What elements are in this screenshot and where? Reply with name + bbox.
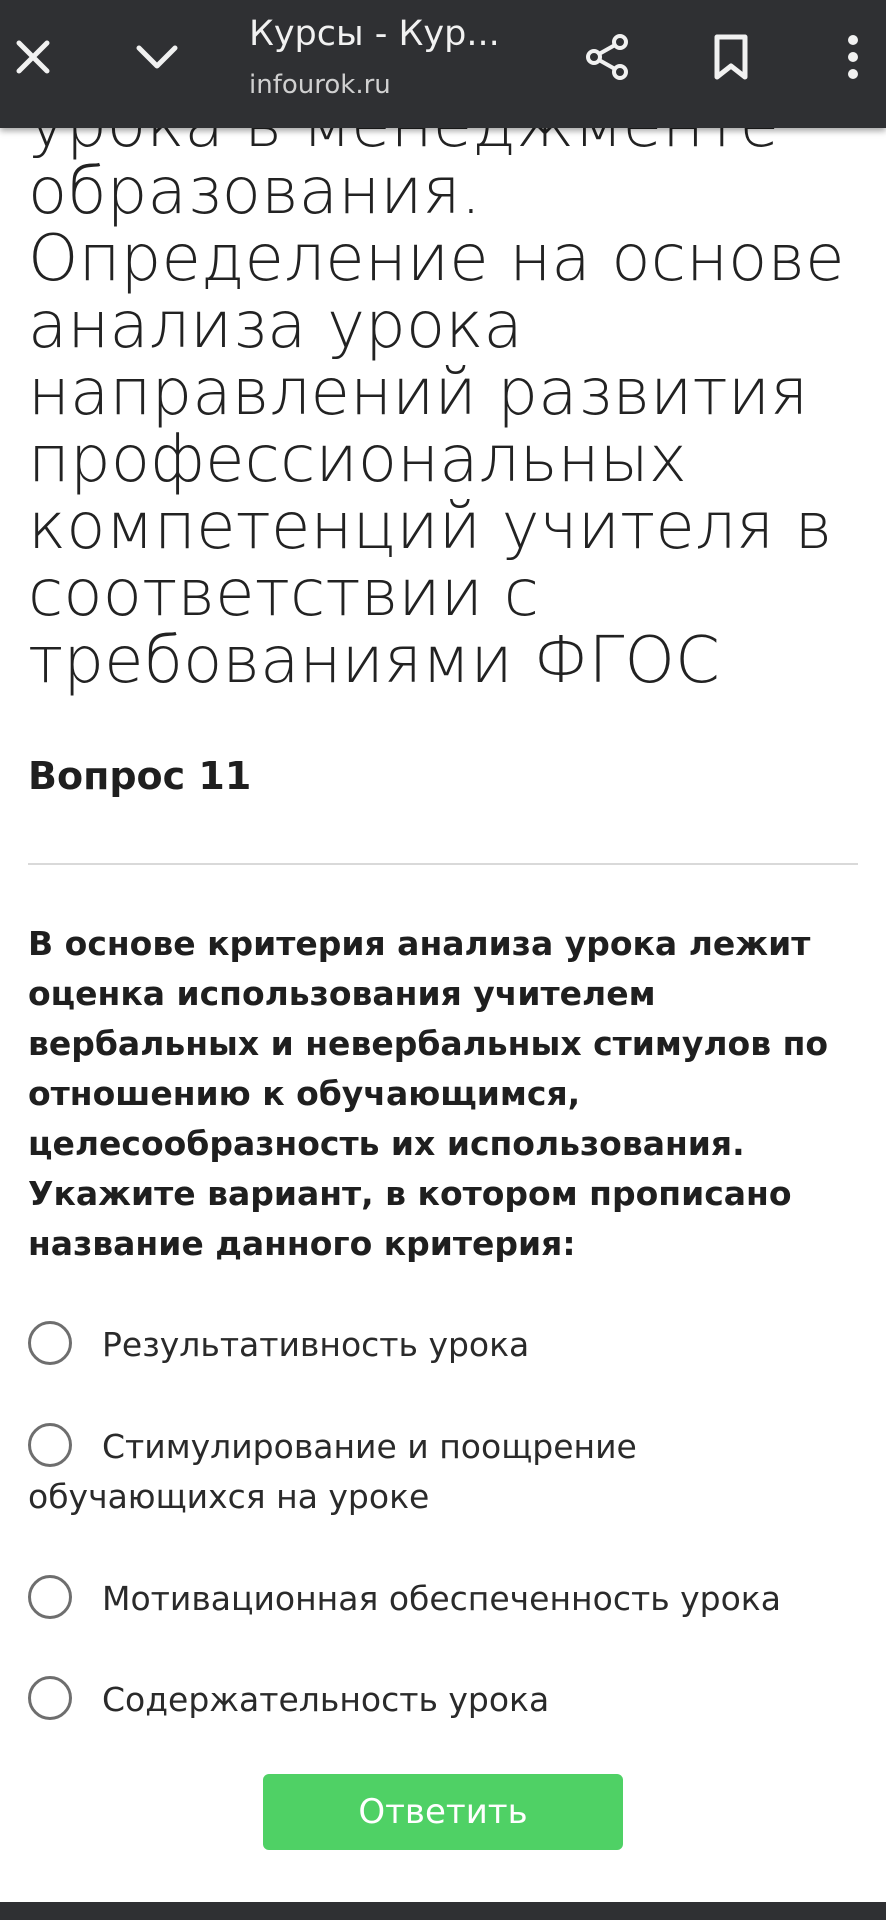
answer-option-label: Результативность урока bbox=[102, 1325, 530, 1364]
answer-option-2[interactable]: Стимулирование и поощрение обучающихся н… bbox=[28, 1422, 858, 1522]
answer-option-label: Мотивационная обеспеченность урока bbox=[102, 1579, 781, 1618]
page-url: infourok.ru bbox=[249, 70, 391, 100]
page: урока в менеджменте образования. Определ… bbox=[0, 0, 886, 1920]
bookmark-icon[interactable] bbox=[698, 24, 764, 90]
answer-option-label: Содержательность урока bbox=[102, 1680, 550, 1719]
radio-button[interactable] bbox=[28, 1575, 72, 1619]
more-vert-icon[interactable] bbox=[820, 24, 886, 90]
radio-button[interactable] bbox=[28, 1321, 72, 1365]
radio-button[interactable] bbox=[28, 1676, 72, 1720]
answer-option-label: Стимулирование и поощрение обучающихся н… bbox=[28, 1427, 637, 1516]
answer-option-1[interactable]: Результативность урока bbox=[28, 1320, 858, 1370]
lesson-title: урока в менеджменте образования. Определ… bbox=[28, 92, 845, 698]
chevron-down-icon[interactable] bbox=[124, 24, 190, 90]
answer-option-3[interactable]: Мотивационная обеспеченность урока bbox=[28, 1574, 858, 1624]
share-icon[interactable] bbox=[574, 24, 640, 90]
system-nav-bar bbox=[0, 1902, 886, 1920]
page-tab-title: Курсы - Кур... bbox=[249, 14, 500, 54]
question-number: Вопрос 11 bbox=[28, 754, 252, 798]
divider bbox=[28, 863, 858, 865]
browser-toolbar: Курсы - Кур... infourok.ru bbox=[0, 0, 886, 128]
submit-answer-button[interactable]: Ответить bbox=[263, 1774, 623, 1850]
radio-button[interactable] bbox=[28, 1423, 72, 1467]
close-icon[interactable] bbox=[0, 24, 66, 90]
answer-option-4[interactable]: Содержательность урока bbox=[28, 1675, 858, 1725]
question-text: В основе критерия анализа урока лежит оц… bbox=[28, 924, 829, 1263]
